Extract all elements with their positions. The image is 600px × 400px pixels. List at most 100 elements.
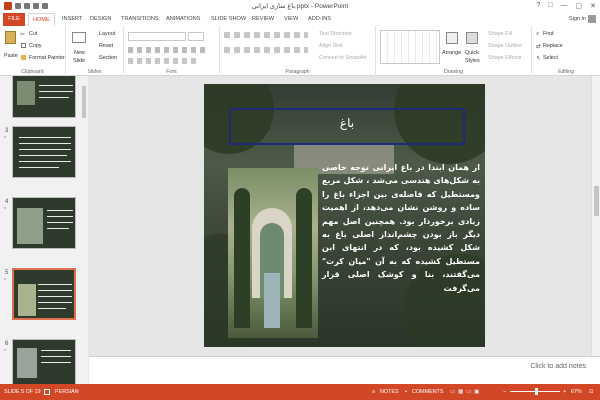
font-size-box[interactable] bbox=[188, 32, 204, 41]
new-slide-button-line2[interactable]: Slide bbox=[73, 58, 85, 64]
slide-canvas[interactable]: باغ از همان ابتدا در باغ ایرانی توجه خاص… bbox=[204, 84, 485, 347]
slides-group: New Slide Layout Reset Section Slides bbox=[66, 26, 124, 76]
clipboard-group-label: Clipboard bbox=[21, 69, 44, 75]
thumbnail-scrollbar-thumb[interactable] bbox=[82, 86, 86, 118]
select-icon: ↖ bbox=[536, 56, 542, 62]
slide-thumbnail-pane: 3 * 4 * 5 * 6 * bbox=[0, 76, 88, 384]
zoom-out-icon[interactable]: − bbox=[503, 389, 506, 395]
replace-icon: ⇄ bbox=[536, 44, 542, 50]
help-icon[interactable]: ? bbox=[536, 2, 540, 10]
tab-insert[interactable]: INSERT bbox=[62, 13, 82, 26]
paste-button[interactable]: Paste bbox=[4, 53, 18, 59]
select-button[interactable]: Select bbox=[543, 55, 558, 61]
new-slide-button[interactable]: New bbox=[74, 50, 85, 56]
garden-photo[interactable] bbox=[228, 168, 318, 338]
slide-number-3: 3 bbox=[5, 128, 9, 134]
cut-icon: ✂ bbox=[20, 32, 26, 38]
paste-icon[interactable] bbox=[5, 31, 16, 44]
quick-styles-button-line2[interactable]: Styles bbox=[465, 58, 480, 64]
tab-transitions[interactable]: TRANSITIONS bbox=[121, 13, 159, 26]
comments-icon: ▪ bbox=[405, 389, 407, 395]
editing-group-label: Editing bbox=[558, 69, 574, 75]
align-text-button[interactable]: Align Text bbox=[319, 43, 342, 49]
spell-check-icon[interactable] bbox=[44, 389, 50, 395]
drawing-group-label: Drawing bbox=[443, 69, 464, 75]
maximize-icon[interactable]: ▢ bbox=[576, 2, 583, 10]
fit-slide-icon[interactable]: ⊡ bbox=[589, 389, 594, 395]
thumbnail-scrollbar[interactable] bbox=[80, 76, 88, 384]
transition-star-icon: * bbox=[4, 136, 6, 142]
tab-animations[interactable]: ANIMATIONS bbox=[166, 13, 200, 26]
slide-thumbnail-5-selected[interactable] bbox=[12, 268, 76, 320]
alignment-icons[interactable] bbox=[224, 47, 308, 53]
find-icon: ⌕ bbox=[536, 31, 540, 37]
shapes-gallery[interactable] bbox=[380, 30, 440, 64]
zoom-in-icon[interactable]: + bbox=[563, 389, 566, 395]
title-bar: باغ سازی ایرانی.pptx - PowerPoint ? □ — … bbox=[0, 0, 600, 13]
cut-button[interactable]: Cut bbox=[29, 31, 37, 37]
window-title: باغ سازی ایرانی.pptx - PowerPoint bbox=[251, 3, 349, 10]
tab-design[interactable]: DESIGN bbox=[90, 13, 111, 26]
replace-button[interactable]: Replace bbox=[543, 43, 563, 49]
slide-thumbnail-3[interactable] bbox=[12, 126, 76, 178]
zoom-level[interactable]: 67% bbox=[571, 389, 582, 395]
editing-group: ⌕ Find ⇄ Replace ↖ Select Editing bbox=[532, 26, 600, 76]
font-format-icons[interactable] bbox=[128, 47, 208, 53]
minimize-icon[interactable]: — bbox=[561, 2, 568, 10]
slide-thumbnail-6[interactable] bbox=[12, 339, 76, 384]
comments-button[interactable]: COMMENTS bbox=[412, 389, 443, 395]
quick-styles-icon[interactable] bbox=[466, 32, 478, 44]
transition-star-icon: * bbox=[4, 349, 6, 355]
paragraph-group-label: Paragraph bbox=[285, 69, 310, 75]
shape-outline-button[interactable]: Shape Outline bbox=[488, 43, 522, 49]
slide-title: باغ bbox=[339, 116, 355, 130]
notes-icon: ≡ bbox=[372, 389, 376, 395]
zoom-slider-knob[interactable] bbox=[535, 388, 538, 395]
new-slide-icon[interactable] bbox=[72, 32, 86, 43]
slide-editor: باغ از همان ابتدا در باغ ایرانی توجه خاص… bbox=[89, 76, 600, 356]
editor-scrollbar[interactable] bbox=[591, 76, 600, 356]
ribbon-display-icon[interactable]: □ bbox=[548, 2, 552, 10]
layout-button[interactable]: Layout bbox=[99, 31, 115, 37]
slide-number-5: 5 bbox=[5, 270, 9, 276]
slides-group-label: Slides bbox=[87, 69, 102, 75]
tab-home[interactable]: HOME bbox=[28, 13, 55, 26]
text-direction-button[interactable]: Text Direction bbox=[319, 31, 352, 37]
shape-fill-button[interactable]: Shape Fill bbox=[488, 31, 512, 37]
find-button[interactable]: Find bbox=[543, 31, 554, 37]
editor-scrollbar-thumb[interactable] bbox=[594, 186, 599, 216]
section-button[interactable]: Section bbox=[99, 55, 117, 61]
convert-smartart-button[interactable]: Convert to SmartArt bbox=[319, 55, 367, 61]
notes-pane[interactable]: Click to add notes bbox=[89, 356, 600, 384]
tab-view[interactable]: VIEW bbox=[284, 13, 298, 26]
slide-title-placeholder[interactable]: باغ bbox=[229, 108, 465, 145]
font-group-label: Font bbox=[166, 69, 177, 75]
arrange-icon[interactable] bbox=[446, 32, 458, 44]
language-indicator[interactable]: PERSIAN bbox=[55, 389, 79, 395]
tab-file[interactable]: FILE bbox=[3, 13, 25, 26]
view-buttons[interactable]: ▭▦▭▣ bbox=[450, 389, 482, 395]
slide-body-text[interactable]: از همان ابتدا در باغ ایرانی توجه خاصی به… bbox=[322, 161, 480, 295]
notes-button[interactable]: NOTES bbox=[380, 389, 399, 395]
arrange-button[interactable]: Arrange bbox=[442, 50, 461, 56]
copy-button[interactable]: Copy bbox=[29, 43, 42, 49]
transition-star-icon: * bbox=[4, 278, 6, 284]
slide-number-6: 6 bbox=[5, 341, 9, 347]
slide-thumbnail-2[interactable] bbox=[12, 76, 76, 118]
shape-effects-button[interactable]: Shape Effects bbox=[488, 55, 521, 61]
paragraph-group: Text Direction Align Text Convert to Sma… bbox=[220, 26, 376, 76]
reset-button[interactable]: Reset bbox=[99, 43, 113, 49]
drawing-group: Arrange Quick Styles Shape Fill Shape Ou… bbox=[376, 26, 532, 76]
tab-slide-show[interactable]: SLIDE SHOW bbox=[211, 13, 246, 26]
format-painter-button[interactable]: Format Painter bbox=[29, 55, 65, 61]
font-name-box[interactable] bbox=[128, 32, 186, 41]
sign-in-link[interactable]: Sign in bbox=[569, 16, 586, 22]
tab-review[interactable]: REVIEW bbox=[252, 13, 274, 26]
close-icon[interactable]: ✕ bbox=[590, 2, 596, 10]
slide-thumbnail-4[interactable] bbox=[12, 197, 76, 249]
tab-add-ins[interactable]: ADD-INS bbox=[308, 13, 331, 26]
list-indent-icons[interactable] bbox=[224, 32, 308, 38]
font-effects-icons[interactable] bbox=[128, 58, 198, 64]
avatar[interactable] bbox=[588, 15, 596, 23]
quick-styles-button[interactable]: Quick bbox=[465, 50, 479, 56]
